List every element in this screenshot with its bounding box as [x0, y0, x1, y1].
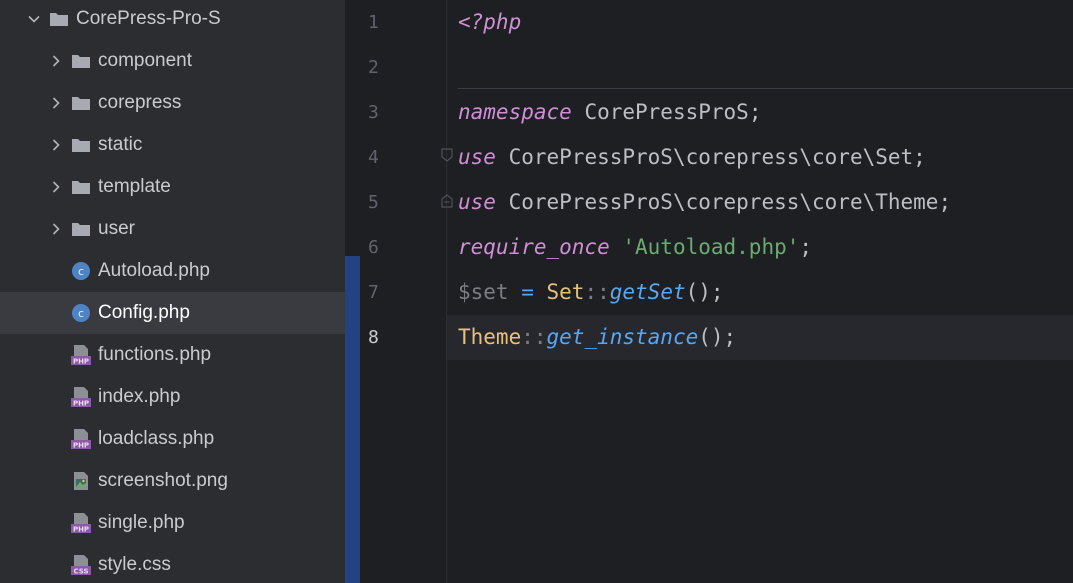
keyword-namespace: namespace: [458, 100, 572, 124]
tree-folder-user[interactable]: user: [0, 208, 345, 250]
chevron-right-icon[interactable]: [46, 166, 66, 208]
scope-operator: ::: [584, 280, 610, 304]
tree-file-index[interactable]: PHP index.php: [0, 376, 345, 418]
variable-set: $set: [458, 280, 509, 304]
css-file-icon: CSS: [70, 544, 92, 583]
project-tree: CorePress-Pro-S component corepress stat…: [0, 0, 345, 583]
php-file-icon: PHP: [70, 376, 92, 418]
tree-folder-label: static: [98, 134, 143, 155]
method-name: get_instance: [546, 325, 699, 349]
folder-icon: [70, 208, 92, 250]
tree-root-label: CorePress-Pro-S: [76, 8, 221, 29]
php-file-icon-text: PHP: [73, 400, 89, 408]
code-line-2[interactable]: [447, 45, 1073, 90]
chevron-down-icon[interactable]: [24, 0, 44, 40]
php-file-icon: PHP: [70, 334, 92, 376]
tree-file-label: Config.php: [98, 302, 190, 323]
image-file-icon: [70, 460, 92, 502]
semicolon: ;: [913, 145, 926, 169]
code-line-8[interactable]: Theme::get_instance();: [447, 315, 1073, 360]
use-path: CorePressProS\corepress\core\Theme: [495, 190, 939, 214]
keyword-use: use: [458, 145, 496, 169]
code-line-4[interactable]: use CorePressProS\corepress\core\Set;: [447, 135, 1073, 180]
tree-file-label: index.php: [98, 386, 181, 407]
string-literal: 'Autoload.php': [622, 235, 800, 259]
php-file-icon-text: PHP: [73, 526, 89, 534]
class-name: Set: [546, 280, 585, 304]
chevron-right-icon[interactable]: [46, 208, 66, 250]
method-name: getSet: [609, 280, 686, 304]
folder-icon: [48, 0, 70, 40]
code-line-5[interactable]: use CorePressProS\corepress\core\Theme;: [447, 180, 1073, 225]
tree-file-loadclass[interactable]: PHP loadclass.php: [0, 418, 345, 460]
php-class-icon: c: [70, 250, 92, 292]
css-file-icon-text: CSS: [73, 568, 88, 576]
line-number: 5: [368, 192, 379, 213]
line-number: 4: [368, 147, 379, 168]
tree-folder-corepress[interactable]: corepress: [0, 82, 345, 124]
tree-file-screenshot[interactable]: screenshot.png: [0, 460, 345, 502]
semicolon: ;: [799, 235, 813, 259]
keyword-require-once: require_once: [458, 235, 610, 259]
use-path: CorePressProS\corepress\core\Set: [495, 145, 914, 169]
class-name: Theme: [458, 325, 522, 349]
php-file-icon-text: PHP: [73, 358, 89, 366]
folder-icon: [70, 166, 92, 208]
line-number: 7: [368, 282, 379, 303]
php-open-tag: <?php: [458, 10, 522, 34]
call-parens: ();: [698, 325, 737, 349]
keyword-use: use: [458, 190, 496, 214]
folder-icon: [70, 40, 92, 82]
line-number: 6: [368, 237, 379, 258]
chevron-right-icon[interactable]: [46, 40, 66, 82]
semicolon: ;: [938, 190, 952, 214]
code-line-6[interactable]: require_once 'Autoload.php';: [447, 225, 1073, 270]
sidebar-scroll-indicator[interactable]: [345, 256, 360, 583]
method-separator: [458, 88, 1073, 89]
code-line-3[interactable]: namespace CorePressProS;: [447, 90, 1073, 135]
php-file-icon: PHP: [70, 418, 92, 460]
tree-file-autoload[interactable]: c Autoload.php: [0, 250, 345, 292]
scope-operator: ::: [521, 325, 547, 349]
code-line-7[interactable]: $set = Set::getSet();: [447, 270, 1073, 315]
tree-file-functions[interactable]: PHP functions.php: [0, 334, 345, 376]
tree-file-label: single.php: [98, 512, 185, 533]
tree-root-item[interactable]: CorePress-Pro-S: [0, 0, 345, 40]
tree-file-single[interactable]: PHP single.php: [0, 502, 345, 544]
line-number: 1: [368, 12, 379, 33]
tree-file-config[interactable]: c Config.php: [0, 292, 345, 334]
chevron-right-icon[interactable]: [46, 124, 66, 166]
php-class-icon: c: [70, 292, 92, 334]
php-file-icon-text: PHP: [73, 442, 89, 450]
tree-folder-label: template: [98, 176, 171, 197]
tree-file-label: Autoload.php: [98, 260, 210, 281]
line-number: 2: [368, 57, 379, 78]
tree-file-label: style.css: [98, 554, 171, 575]
folder-icon: [70, 82, 92, 124]
tree-file-label: loadclass.php: [98, 428, 215, 449]
tree-folder-label: corepress: [98, 92, 182, 113]
folder-icon: [70, 124, 92, 166]
php-class-icon-letter: c: [78, 265, 84, 278]
chevron-right-icon[interactable]: [46, 82, 66, 124]
tree-folder-component[interactable]: component: [0, 40, 345, 82]
tree-folder-label: user: [98, 218, 135, 239]
code-line-1[interactable]: <?php: [447, 0, 1073, 45]
tree-folder-template[interactable]: template: [0, 166, 345, 208]
tree-file-style[interactable]: CSS style.css: [0, 544, 345, 583]
tree-folder-label: component: [98, 50, 193, 71]
line-number: 3: [368, 102, 379, 123]
semicolon: ;: [748, 100, 762, 124]
namespace-name: CorePressProS: [571, 100, 749, 124]
call-parens: ();: [685, 280, 724, 304]
line-number-current: 8: [368, 327, 379, 348]
tree-file-label: screenshot.png: [98, 470, 228, 491]
tree-file-label: functions.php: [98, 344, 212, 365]
php-file-icon: PHP: [70, 502, 92, 544]
assign-operator: =: [508, 280, 547, 304]
tree-folder-static[interactable]: static: [0, 124, 345, 166]
php-class-icon-letter: c: [78, 307, 84, 320]
